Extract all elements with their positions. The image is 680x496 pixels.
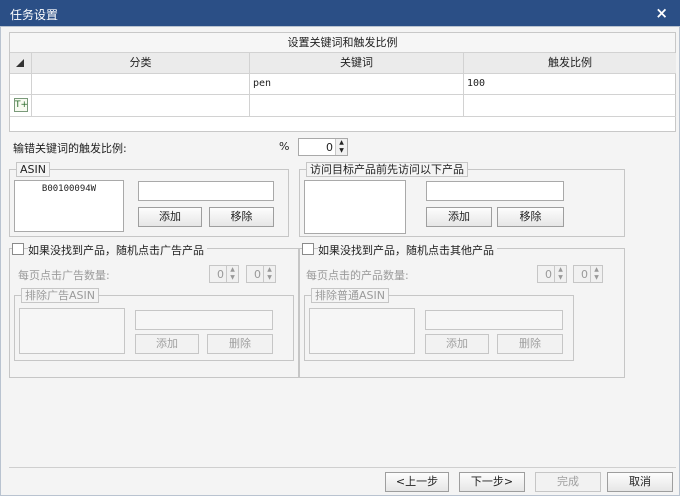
exclude-normal-list[interactable] [309,308,415,354]
other-per-page-to-stepper[interactable]: 0 ▲ ▼ [573,265,603,283]
grid-header-row: 分类 关键词 触发比例 [10,53,676,74]
footer-bar: <上一步 下一步> 完成 取消 [9,467,676,493]
spin-down-icon[interactable]: ▼ [264,274,275,282]
new-row[interactable]: T+ [10,95,676,117]
next-button[interactable]: 下一步> [459,472,525,492]
new-keyword-cell[interactable] [250,95,464,117]
window-title: 任务设置 [10,8,59,22]
dialog-body: 设置关键词和触发比例 分类 关键词 触发比例 pen 100 T+ 输错关键词的… [0,26,680,496]
exclude-ad-delete-button[interactable]: 删除 [207,334,273,354]
grid-caption: 设置关键词和触发比例 [10,33,675,53]
asin-list[interactable]: B00100094W [14,180,124,232]
column-header-ratio[interactable]: 触发比例 [464,53,676,74]
column-header-keyword[interactable]: 关键词 [250,53,464,74]
exclude-normal-delete-button[interactable]: 删除 [497,334,563,354]
asin-input[interactable] [138,181,274,201]
new-row-selector: T+ [10,95,32,117]
prev-button[interactable]: <上一步 [385,472,449,492]
other-click-checkbox[interactable] [302,243,314,255]
exclude-ad-add-button[interactable]: 添加 [135,334,199,354]
visit-first-input[interactable] [426,181,564,201]
new-ratio-cell[interactable] [464,95,676,117]
spin-up-icon[interactable]: ▲ [336,139,347,147]
spin-up-icon[interactable]: ▲ [591,266,602,274]
row-selector[interactable] [10,74,32,95]
other-spin-to-value: 0 [581,268,588,281]
spin-up-icon[interactable]: ▲ [555,266,566,274]
miss-ratio-stepper[interactable]: 0 ▲ ▼ [298,138,348,156]
category-cell[interactable] [32,74,250,95]
keyword-cell[interactable]: pen [250,74,464,95]
title-bar: 任务设置 × [0,0,680,26]
spin-down-icon[interactable]: ▼ [555,274,566,282]
other-click-group: 如果没找到产品，随机点击其他产品 每页点击的产品数量: 0 ▲ ▼ 0 ▲ ▼ 排除… [299,242,625,378]
cancel-button[interactable]: 取消 [607,472,673,492]
ad-click-group: 如果没找到产品，随机点击广告产品 每页点击广告数量: 0 ▲ ▼ 0 ▲ ▼ 排除广… [9,242,299,378]
other-spin-from-value: 0 [545,268,552,281]
asin-remove-button[interactable]: 移除 [209,207,274,227]
spin-up-icon[interactable]: ▲ [264,266,275,274]
ad-click-label[interactable]: 如果没找到产品，随机点击广告产品 [28,242,207,258]
ad-click-checkbox[interactable] [12,243,24,255]
exclude-normal-input[interactable] [425,310,563,330]
ratio-cell[interactable]: 100 [464,74,676,95]
visit-first-group: 访问目标产品前先访问以下产品 添加 移除 [299,162,625,237]
list-item[interactable]: B00100094W [15,181,123,197]
keyword-grid: 设置关键词和触发比例 分类 关键词 触发比例 pen 100 T+ [9,32,676,132]
ad-spin-from-value: 0 [217,268,224,281]
spin-up-icon[interactable]: ▲ [227,266,238,274]
exclude-ad-legend: 排除广告ASIN [21,288,99,303]
spin-down-icon[interactable]: ▼ [227,274,238,282]
row-selector-header [10,53,32,74]
column-header-category[interactable]: 分类 [32,53,250,74]
visit-first-remove-button[interactable]: 移除 [497,207,564,227]
ad-spin-to-value: 0 [254,268,261,281]
spin-down-icon[interactable]: ▼ [591,274,602,282]
select-all-icon[interactable] [16,59,24,67]
finish-button[interactable]: 完成 [535,472,601,492]
other-click-label[interactable]: 如果没找到产品，随机点击其他产品 [318,242,497,258]
asin-legend: ASIN [16,162,50,177]
other-per-page-label: 每页点击的产品数量: [306,269,409,282]
spin-down-icon[interactable]: ▼ [336,147,347,155]
ad-per-page-to-stepper[interactable]: 0 ▲ ▼ [246,265,276,283]
other-per-page-from-stepper[interactable]: 0 ▲ ▼ [537,265,567,283]
exclude-normal-asin-group: 排除普通ASIN 添加 删除 [304,288,574,361]
visit-first-legend: 访问目标产品前先访问以下产品 [306,162,468,177]
percent-unit: % [279,140,290,153]
miss-ratio-value: 0 [326,141,333,154]
ad-per-page-label: 每页点击广告数量: [18,269,110,282]
close-icon[interactable]: × [655,4,668,22]
visit-first-add-button[interactable]: 添加 [426,207,492,227]
asin-group: ASIN B00100094W 添加 移除 [9,162,289,237]
table-row[interactable]: pen 100 [10,74,676,95]
exclude-ad-asin-group: 排除广告ASIN 添加 删除 [14,288,294,361]
new-category-cell[interactable] [32,95,250,117]
miss-ratio-label: 输错关键词的触发比例: [13,142,127,155]
visit-first-list[interactable] [304,180,406,234]
exclude-ad-list[interactable] [19,308,125,354]
exclude-normal-add-button[interactable]: 添加 [425,334,489,354]
ad-per-page-from-stepper[interactable]: 0 ▲ ▼ [209,265,239,283]
asin-add-button[interactable]: 添加 [138,207,202,227]
exclude-ad-input[interactable] [135,310,273,330]
exclude-normal-legend: 排除普通ASIN [311,288,389,303]
table-add-icon[interactable]: T+ [14,98,28,112]
